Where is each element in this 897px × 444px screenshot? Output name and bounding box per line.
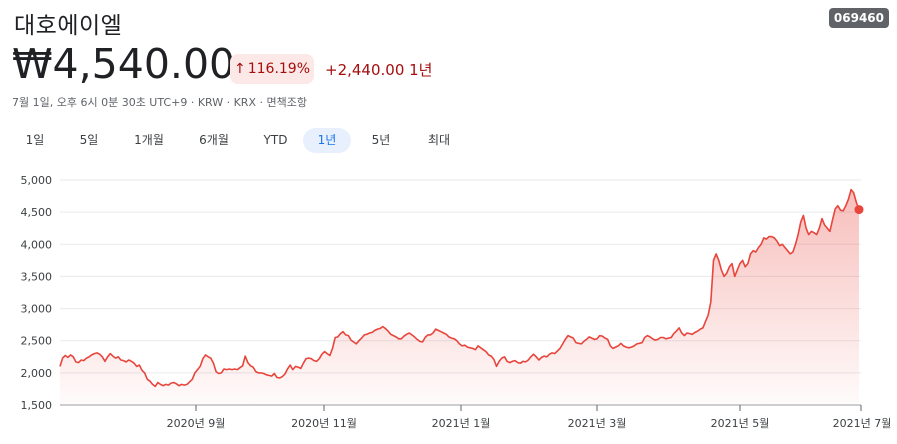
y-tick-label: 2,000: [21, 367, 53, 380]
y-tick-label: 5,000: [21, 174, 53, 187]
x-axis: 2020년 9월 2020년 11월 2021년 1월 2021년 3월 2021년 5…: [167, 405, 892, 430]
last-price-point: [854, 205, 864, 215]
y-tick-label: 4,500: [21, 206, 53, 219]
y-tick-label: 3,000: [21, 303, 53, 316]
x-tick-label: 2021년 7월: [833, 417, 892, 430]
y-tick-label: 1,500: [21, 399, 53, 412]
x-tick-label: 2021년 3월: [568, 417, 627, 430]
x-tick-label: 2021년 1월: [432, 417, 491, 430]
x-tick-label: 2021년 5월: [711, 417, 770, 430]
x-tick-label: 2020년 9월: [167, 417, 226, 430]
y-tick-label: 4,000: [21, 238, 53, 251]
price-chart[interactable]: 5,000 4,500 4,000 3,500 3,000 2,500 2,000 1,500…: [0, 0, 897, 444]
y-tick-label: 3,500: [21, 270, 53, 283]
x-tick-label: 2020년 11월: [291, 417, 357, 430]
y-axis-labels: 5,000 4,500 4,000 3,500 3,000 2,500 2,000 1,500: [21, 174, 53, 412]
y-tick-label: 2,500: [21, 335, 53, 348]
